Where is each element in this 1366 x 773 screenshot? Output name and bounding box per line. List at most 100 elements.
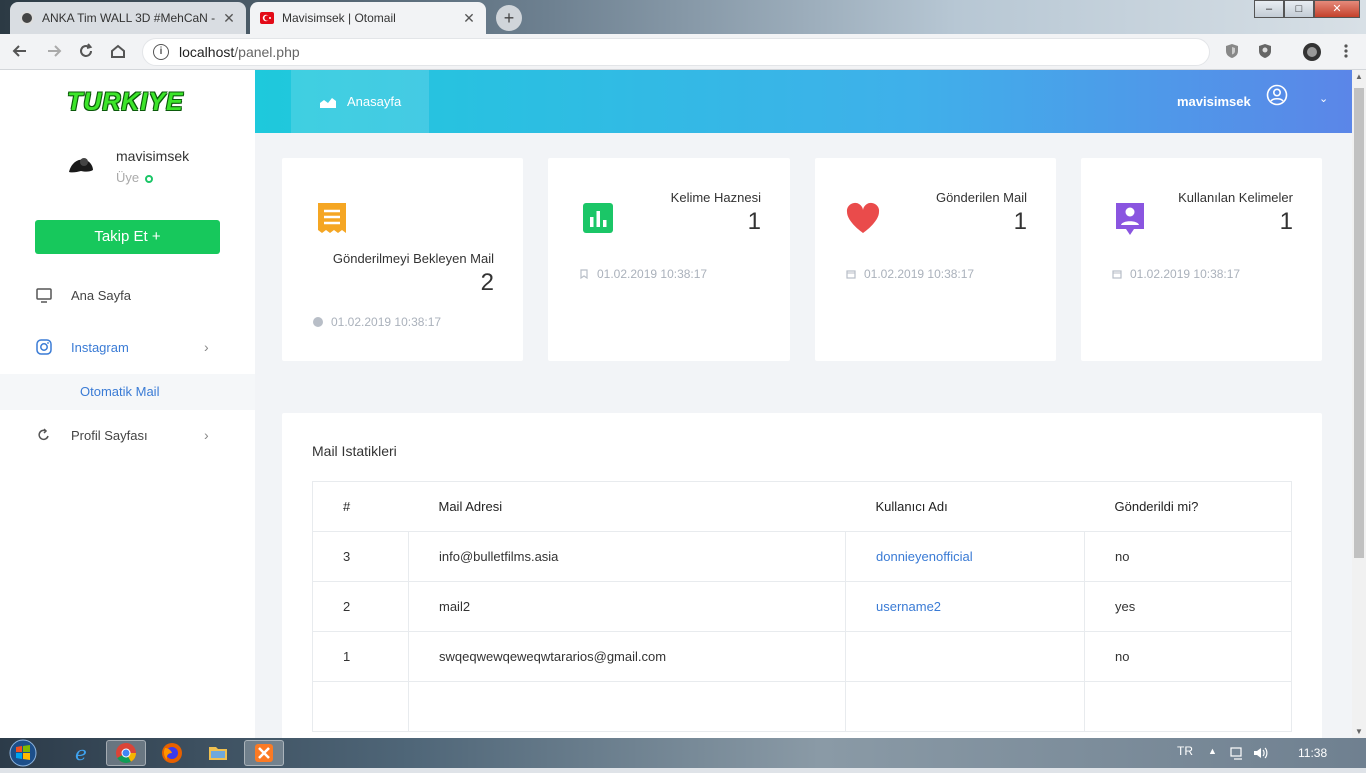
profile-avatar-icon[interactable] (1302, 42, 1322, 62)
card-value: 2 (480, 269, 494, 296)
column-header-username[interactable]: Kullanıcı Adı (845, 481, 1085, 532)
site-logo[interactable]: TURKIYE (67, 88, 184, 117)
network-icon[interactable] (1230, 745, 1246, 764)
card-title: Gönderilen Mail (935, 190, 1027, 205)
table-row: 3 info@bulletfilms.asia donnieyenofficia… (312, 531, 1292, 582)
taskbar-clock[interactable]: 11:38 (1298, 746, 1327, 760)
sidebar-subitem-otomatik-mail[interactable]: Otomatik Mail (0, 374, 255, 410)
turkey-flag-icon (260, 12, 274, 24)
cell-sent (1084, 681, 1292, 732)
close-tab-icon[interactable]: ✕ (222, 10, 236, 27)
card-footer: 01.02.2019 10:38:17 (846, 267, 974, 281)
firefox-icon[interactable] (152, 740, 192, 766)
address-host: localhost (179, 44, 235, 60)
card-value: 1 (1013, 208, 1027, 235)
cell-id: 1 (312, 631, 409, 682)
cell-username-link[interactable]: username2 (845, 581, 1085, 632)
mail-stats-table: # Mail Adresi Kullanıcı Adı Gönderildi m… (312, 481, 1292, 732)
scrollbar-thumb[interactable] (1354, 88, 1364, 558)
sidebar-item-label: Profil Sayfası (71, 427, 148, 443)
refresh-icon (35, 426, 53, 444)
tab-title: ANKA Tim WALL 3D #MehCaN - (42, 11, 216, 25)
sidebar: TURKIYE mavisimsek Üye Takip Et + Ana Sa… (0, 70, 255, 738)
sidebar-item-home[interactable]: Ana Sayfa (0, 277, 255, 313)
header-home-link[interactable]: Anasayfa (291, 70, 429, 133)
xampp-icon[interactable] (244, 740, 284, 766)
language-indicator[interactable]: TR (1177, 744, 1193, 758)
table-row (312, 681, 1292, 732)
close-tab-icon[interactable]: ✕ (462, 10, 476, 27)
chevron-right-icon: › (204, 427, 209, 443)
new-tab-button[interactable]: + (496, 5, 522, 31)
column-header-mail[interactable]: Mail Adresi (408, 481, 846, 532)
cell-username-link[interactable] (845, 681, 1085, 732)
mail-stats-panel: Mail Istatikleri # Mail Adresi Kullanıcı… (282, 413, 1322, 753)
chrome-icon[interactable] (106, 740, 146, 766)
column-header-sent[interactable]: Gönderildi mi? (1084, 481, 1292, 532)
tab-favicon-icon (20, 11, 34, 25)
main-content: Gönderilmeyi Bekleyen Mail 2 01.02.2019 … (255, 133, 1352, 753)
scroll-up-arrow-icon[interactable]: ▲ (1355, 72, 1363, 81)
close-window-button[interactable]: ✕ (1314, 0, 1360, 18)
column-header-id[interactable]: # (312, 481, 409, 532)
tray-expand-icon[interactable]: ▲ (1208, 746, 1217, 756)
receipt-icon (316, 201, 348, 235)
cell-sent: no (1084, 531, 1292, 582)
browser-menu-icon[interactable] (1336, 42, 1356, 62)
sidebar-item-instagram[interactable]: Instagram › (0, 329, 255, 365)
user-avatar (66, 152, 96, 178)
browser-tab-anka[interactable]: ANKA Tim WALL 3D #MehCaN - ✕ (10, 2, 246, 34)
follow-button[interactable]: Takip Et + (35, 220, 220, 254)
header-username[interactable]: mavisimsek (1177, 94, 1251, 109)
card-title: Kelime Haznesi (670, 190, 761, 205)
cell-mail (408, 681, 846, 732)
sidebar-item-profile[interactable]: Profil Sayfası › (0, 417, 255, 453)
forward-arrow-icon[interactable] (44, 42, 64, 62)
card-footer: 01.02.2019 10:38:17 (579, 267, 707, 281)
chevron-down-icon[interactable]: ⌄ (1319, 92, 1328, 105)
bar-chart-icon (582, 201, 614, 235)
card-title: Gönderilmeyi Bekleyen Mail (332, 251, 494, 266)
sidebar-item-label: Ana Sayfa (71, 287, 131, 303)
file-explorer-icon[interactable] (198, 740, 238, 766)
page-scrollbar[interactable]: ▲ ▼ (1352, 70, 1366, 738)
card-footer: 01.02.2019 10:38:17 (1112, 267, 1240, 281)
table-row: 2 mail2 username2 yes (312, 581, 1292, 632)
shield-extension-icon[interactable] (1222, 42, 1242, 62)
panel-title: Mail Istatikleri (312, 443, 397, 459)
browser-tab-strip: ANKA Tim WALL 3D #MehCaN - ✕ Mavisimsek … (0, 0, 1366, 34)
minimize-button[interactable]: – (1254, 0, 1284, 18)
home-icon[interactable] (108, 42, 128, 62)
window-controls: – □ ✕ (1254, 0, 1360, 18)
maximize-button[interactable]: □ (1284, 0, 1314, 18)
windows-start-button[interactable] (6, 738, 46, 768)
sidebar-subitem-label: Otomatik Mail (80, 384, 160, 399)
reload-icon[interactable] (76, 42, 96, 62)
site-info-icon[interactable]: i (153, 44, 169, 60)
calendar-icon (846, 270, 856, 279)
cell-id: 3 (312, 531, 409, 582)
browser-tab-otomail[interactable]: Mavisimsek | Otomail ✕ (250, 2, 486, 34)
volume-icon[interactable] (1252, 745, 1268, 764)
online-status-icon (145, 174, 154, 183)
stat-card-word-pool: Kelime Haznesi 1 01.02.2019 10:38:17 (548, 158, 790, 361)
user-role: Üye (116, 170, 154, 185)
stat-card-sent-mail: Gönderilen Mail 1 01.02.2019 10:38:17 (815, 158, 1056, 361)
svg-text:e: e (75, 742, 87, 764)
bookmark-icon (580, 269, 588, 279)
scroll-down-arrow-icon[interactable]: ▼ (1355, 727, 1363, 736)
card-footer: 01.02.2019 10:38:17 (313, 315, 441, 329)
cell-sent: yes (1084, 581, 1292, 632)
cell-id (312, 681, 409, 732)
address-bar[interactable]: i localhost/panel.php (142, 38, 1210, 66)
card-date: 01.02.2019 10:38:17 (331, 315, 442, 329)
chevron-right-icon: › (204, 339, 209, 355)
calendar-icon (1112, 270, 1122, 279)
cell-username-link[interactable] (845, 631, 1085, 682)
shield-extension-icon-2[interactable] (1255, 42, 1275, 62)
internet-explorer-icon[interactable]: e (62, 740, 102, 766)
address-path: /panel.php (234, 44, 300, 60)
back-arrow-icon[interactable] (10, 42, 30, 62)
cell-username-link[interactable]: donnieyenofficial (845, 531, 1085, 582)
user-circle-icon[interactable] (1266, 84, 1288, 106)
